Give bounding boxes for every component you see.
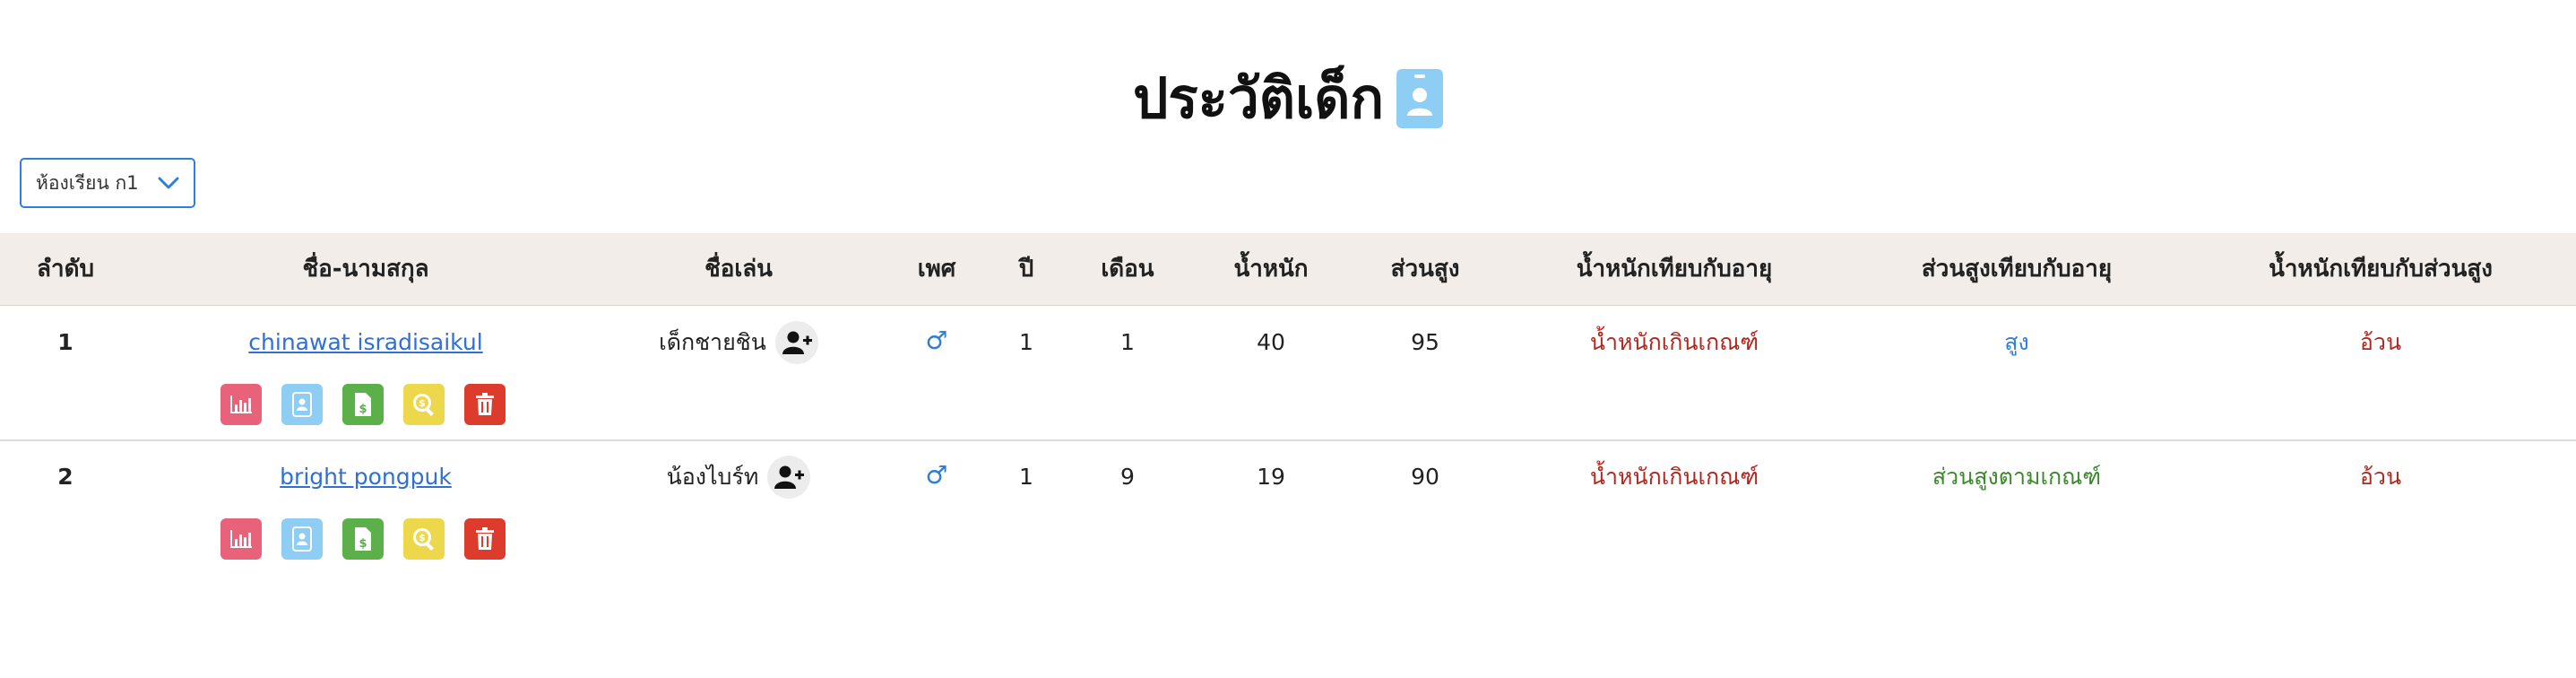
weight-for-height-status: อ้วน [2359, 464, 2402, 490]
column-header-height-for-age: ส่วนสูงเทียบกับอายุ [1921, 256, 2113, 282]
title-bar: ประวัติเด็ก [0, 63, 2576, 135]
column-header-nickname: ชื่อเล่น [705, 256, 773, 282]
column-header-height: ส่วนสูง [1390, 256, 1460, 282]
column-header-weight: น้ำหนัก [1233, 256, 1309, 282]
trash-icon [476, 393, 494, 415]
male-icon: ♂ [925, 326, 948, 355]
age-months: 1 [1120, 329, 1135, 355]
trash-icon [476, 527, 494, 550]
page-title: ประวัติเด็ก [1132, 65, 1385, 131]
age-months: 9 [1120, 464, 1135, 490]
column-header-weight-for-age: น้ำหนักเทียบกับอายุ [1576, 256, 1773, 282]
weight-value: 40 [1257, 329, 1285, 355]
magnify-dollar-icon: $ [413, 394, 434, 416]
table-row: 2 bright pongpuk น้องไบร์ท ♂ 1 9 19 90 น… [0, 441, 2576, 576]
height-value: 90 [1411, 464, 1439, 490]
add-parent-button[interactable] [767, 456, 811, 499]
weight-for-age-status: น้ำหนักเกินเกณฑ์ [1589, 464, 1759, 490]
add-parent-button[interactable] [774, 321, 818, 364]
expense-button[interactable]: $ [342, 384, 384, 425]
id-badge-icon [1396, 69, 1444, 128]
expense-button[interactable]: $ [342, 518, 384, 560]
id-badge-icon [292, 392, 312, 417]
user-plus-icon [774, 465, 805, 489]
chevron-down-icon [158, 177, 179, 189]
row-actions: $ $ [220, 518, 506, 560]
child-name-link-text[interactable]: chinawat isradisaikul [248, 329, 482, 355]
child-name-link[interactable]: bright pongpuk [222, 459, 509, 495]
profile-card-button[interactable] [281, 518, 323, 560]
svg-text:$: $ [359, 537, 367, 551]
growth-chart-button[interactable] [220, 384, 262, 425]
class-select-value: ห้องเรียน ก1 [36, 171, 139, 194]
age-years: 1 [1019, 329, 1033, 355]
column-header-index: ลำดับ [37, 256, 94, 282]
id-badge-icon [292, 526, 312, 552]
height-for-age-status: ส่วนสูงตามเกณฑ์ [1932, 464, 2102, 490]
column-header-years: ปี [1018, 256, 1034, 282]
row-actions: $ $ [220, 384, 506, 425]
bar-chart-icon [230, 396, 252, 413]
height-for-age-status: สูง [2004, 329, 2029, 355]
user-plus-icon [782, 331, 812, 354]
row-index: 1 [57, 329, 73, 355]
nickname-cell: เด็กชายชิน [631, 321, 846, 364]
male-icon: ♂ [925, 460, 948, 490]
weight-for-age-status: น้ำหนักเกินเกณฑ์ [1589, 329, 1759, 355]
table-row: 1 chinawat isradisaikul เด็กชายชิน ♂ 1 1… [0, 307, 2576, 441]
svg-text:$: $ [359, 403, 367, 416]
row-index: 2 [57, 464, 73, 490]
nickname-cell: น้องไบร์ท [631, 456, 846, 499]
weight-for-height-status: อ้วน [2359, 329, 2402, 355]
column-header-weight-for-height: น้ำหนักเทียบกับส่วนสูง [2269, 256, 2493, 282]
invoice-dollar-icon: $ [355, 527, 371, 551]
bar-chart-icon [230, 530, 252, 548]
weight-value: 19 [1257, 464, 1285, 490]
profile-card-button[interactable] [281, 384, 323, 425]
svg-text:$: $ [419, 397, 426, 409]
table-header: ลำดับ ชื่อ-นามสกุล ชื่อเล่น เพศ ปี เดือน… [0, 233, 2576, 306]
class-select[interactable]: ห้องเรียน ก1 [20, 158, 195, 208]
child-name-link[interactable]: chinawat isradisaikul [222, 325, 509, 361]
search-detail-button[interactable]: $ [403, 384, 445, 425]
height-value: 95 [1411, 329, 1439, 355]
column-header-gender: เพศ [917, 256, 956, 282]
search-detail-button[interactable]: $ [403, 518, 445, 560]
svg-text:$: $ [419, 532, 426, 543]
magnify-dollar-icon: $ [413, 528, 434, 551]
growth-chart-button[interactable] [220, 518, 262, 560]
age-years: 1 [1019, 464, 1033, 490]
delete-button[interactable] [464, 384, 506, 425]
nickname-text: เด็กชายชิน [659, 329, 766, 355]
column-header-name: ชื่อ-นามสกุล [302, 256, 429, 282]
child-name-link-text[interactable]: bright pongpuk [280, 464, 452, 490]
delete-button[interactable] [464, 518, 506, 560]
nickname-text: น้องไบร์ท [666, 464, 759, 490]
invoice-dollar-icon: $ [355, 393, 371, 416]
column-header-months: เดือน [1101, 256, 1154, 282]
